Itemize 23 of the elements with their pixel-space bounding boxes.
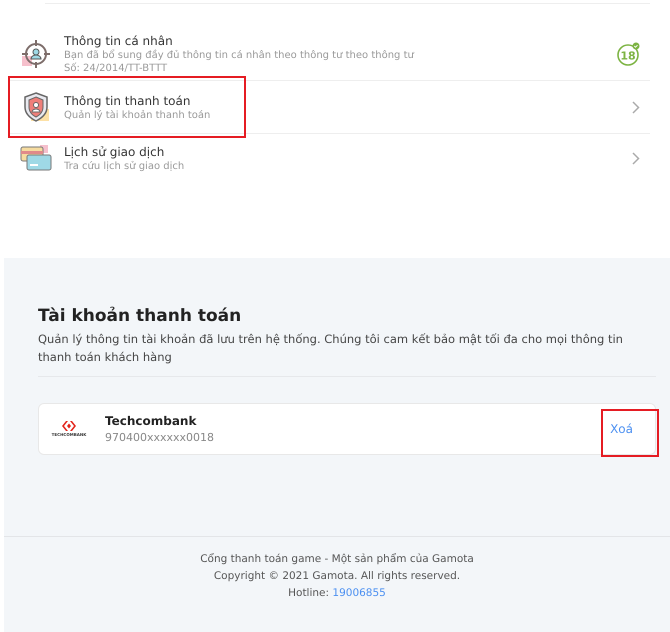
section-description: Quản lý thông tin tài khoản đã lưu trên hệ thống. Chúng tôi cam kết bảo mật tối đa cho mọi thông tin thanh toán khách hàng	[38, 331, 624, 366]
account-number: 970400xxxxxx0018	[105, 431, 216, 444]
menu-item-title: Thông tin cá nhân	[64, 34, 174, 48]
menu-item-note: Số: 24/2014/TT-BTTT	[64, 63, 168, 74]
footer-text: Copyright © 2021 Gamota. All rights reserved.	[212, 569, 462, 584]
user-target-icon	[21, 39, 51, 69]
menu-item[interactable]: Thông tin cá nhân Bạn đã bổ sung đầy đủ thông tin cá nhân theo thông tư theo thông tư Số: 24/2014/TT-BTTT 18	[8, 30, 650, 81]
bank-name: Techcombank	[105, 414, 198, 428]
hotline-line: Hotline: 19006855	[287, 586, 387, 601]
chevron-right-icon	[632, 152, 640, 164]
menu-item[interactable]: Thông tin thanh toán Quản lý tài khoản thanh toán	[8, 81, 650, 134]
menu-item[interactable]: Lịch sử giao dịch Tra cứu lịch sử giao dịch	[8, 134, 650, 182]
menu-item-subtitle: Bạn đã bổ sung đầy đủ thông tin cá nhân theo thông tư theo thông tư	[64, 50, 416, 61]
menu-item-title: Lịch sử giao dịch	[64, 144, 166, 158]
menu-item-title: Thông tin thanh toán	[64, 94, 192, 108]
footer-text: Cổng thanh toán game - Một sản phẩm của Gamota	[199, 552, 475, 567]
section-title: Tài khoản thanh toán	[38, 306, 242, 326]
cards-icon	[20, 144, 52, 172]
age-badge-icon: 18	[616, 42, 640, 66]
chevron-right-icon	[632, 100, 640, 114]
menu-item-subtitle: Quản lý tài khoản thanh toán	[64, 110, 212, 120]
menu-item-subtitle: Tra cứu lịch sử giao dịch	[64, 160, 186, 172]
bank-logo-icon	[62, 421, 76, 431]
